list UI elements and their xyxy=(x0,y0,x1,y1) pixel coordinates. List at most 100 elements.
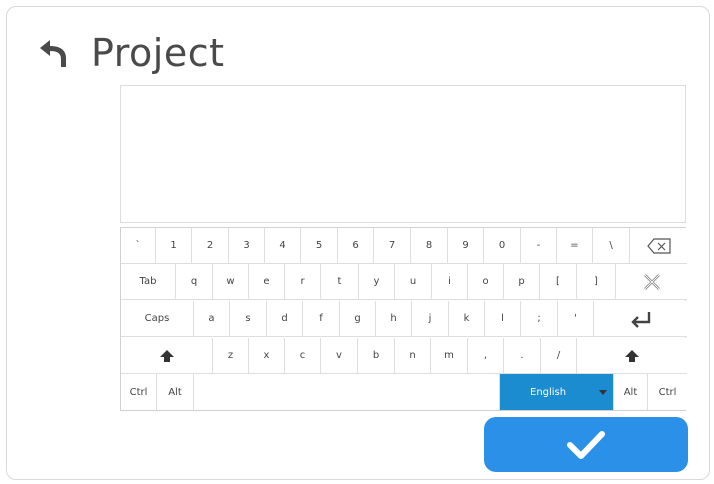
key-label: 1 xyxy=(170,240,177,251)
key-l[interactable]: l xyxy=(485,301,521,337)
key-label: y xyxy=(373,276,380,287)
key-label: 0 xyxy=(498,240,506,251)
key-label: k xyxy=(463,313,470,324)
key-k[interactable]: k xyxy=(449,301,485,337)
key-v[interactable]: v xyxy=(321,338,358,374)
key-label: 6 xyxy=(352,240,359,251)
key-label: q xyxy=(190,276,198,287)
key-label: g xyxy=(354,313,361,324)
key-y[interactable]: y xyxy=(359,264,395,300)
key-clear[interactable] xyxy=(616,264,687,300)
key-symbol[interactable]: ' xyxy=(558,301,594,337)
keyboard-row: Ctrl Alt English Alt Ctrl xyxy=(121,374,687,410)
key-label: ' xyxy=(574,313,577,324)
key-2[interactable]: 2 xyxy=(192,228,229,264)
key-label: j xyxy=(428,313,432,324)
key-shift[interactable] xyxy=(121,338,213,374)
key-o[interactable]: o xyxy=(468,264,504,300)
key-label: Tab xyxy=(139,276,157,287)
key-symbol[interactable]: / xyxy=(541,338,577,374)
enter-icon xyxy=(630,311,650,328)
key-4[interactable]: 4 xyxy=(265,228,301,264)
clear-icon xyxy=(643,273,660,290)
key-symbol[interactable]: \ xyxy=(593,228,630,264)
key-label: \ xyxy=(609,240,613,251)
key-alt[interactable]: Alt xyxy=(157,374,194,410)
key-symbol[interactable]: ] xyxy=(577,264,616,300)
key-p[interactable]: p xyxy=(504,264,540,300)
key-9[interactable]: 9 xyxy=(448,228,484,264)
key-n[interactable]: n xyxy=(395,338,431,374)
key-s[interactable]: s xyxy=(230,301,267,337)
page-title: Project xyxy=(91,31,225,75)
backspace-icon xyxy=(646,237,671,254)
key-label: r xyxy=(300,276,305,287)
key-1[interactable]: 1 xyxy=(156,228,192,264)
key-7[interactable]: 7 xyxy=(374,228,411,264)
key-c[interactable]: c xyxy=(285,338,321,374)
key-tab[interactable]: Tab xyxy=(121,264,176,300)
key-label: m xyxy=(444,350,454,361)
key-m[interactable]: m xyxy=(431,338,468,374)
key-u[interactable]: u xyxy=(395,264,432,300)
key-8[interactable]: 8 xyxy=(411,228,448,264)
key-shift[interactable] xyxy=(577,338,687,374)
language-selector[interactable]: English xyxy=(500,374,614,410)
key-symbol[interactable]: - xyxy=(521,228,557,264)
key-label: n xyxy=(409,350,416,361)
key-ctrl[interactable]: Ctrl xyxy=(648,374,687,410)
key-label: b xyxy=(372,350,380,361)
key-w[interactable]: w xyxy=(213,264,249,300)
key-label: 3 xyxy=(243,240,250,251)
key-backspace[interactable] xyxy=(630,228,687,264)
key-i[interactable]: i xyxy=(432,264,468,300)
key-label: v xyxy=(336,350,342,361)
key-space[interactable] xyxy=(194,374,500,410)
key-f[interactable]: f xyxy=(303,301,340,337)
keyboard-row: ` 1 2 3 4 5 6 7 8 9 0 - = \ xyxy=(121,228,687,264)
key-label: 8 xyxy=(425,240,433,251)
confirm-button[interactable] xyxy=(484,417,688,472)
back-arrow-icon[interactable] xyxy=(37,36,71,70)
key-5[interactable]: 5 xyxy=(301,228,338,264)
key-d[interactable]: d xyxy=(267,301,303,337)
key-x[interactable]: x xyxy=(249,338,285,374)
key-symbol[interactable]: , xyxy=(468,338,504,374)
key-label: ` xyxy=(135,240,141,251)
key-h[interactable]: h xyxy=(376,301,412,337)
key-j[interactable]: j xyxy=(412,301,449,337)
key-label: 5 xyxy=(315,240,323,251)
key-t[interactable]: t xyxy=(321,264,359,300)
key-label: a xyxy=(208,313,215,324)
key-a[interactable]: a xyxy=(194,301,230,337)
text-input-area[interactable] xyxy=(120,85,686,223)
key-b[interactable]: b xyxy=(358,338,395,374)
shift-icon xyxy=(625,349,639,362)
key-label: d xyxy=(281,313,288,324)
key-z[interactable]: z xyxy=(213,338,249,374)
key-label: l xyxy=(501,313,504,324)
key-label: Alt xyxy=(623,386,638,398)
key-symbol[interactable]: [ xyxy=(540,264,577,300)
key-label: Caps xyxy=(144,313,170,324)
key-0[interactable]: 0 xyxy=(484,228,521,264)
key-label: . xyxy=(520,350,524,361)
key-6[interactable]: 6 xyxy=(338,228,374,264)
key-3[interactable]: 3 xyxy=(229,228,265,264)
key-caps[interactable]: Caps xyxy=(121,301,194,337)
key-enter[interactable] xyxy=(594,301,687,337)
on-screen-keyboard: ` 1 2 3 4 5 6 7 8 9 0 - = \ Tab q w e r t y u i o p [] Caps a s d f g h j… xyxy=(120,227,687,411)
key-label: Ctrl xyxy=(658,386,677,398)
key-symbol[interactable]: ; xyxy=(521,301,558,337)
key-g[interactable]: g xyxy=(340,301,376,337)
key-label: , xyxy=(483,350,488,361)
key-r[interactable]: r xyxy=(285,264,321,300)
key-q[interactable]: q xyxy=(176,264,213,300)
key-symbol[interactable]: . xyxy=(504,338,541,374)
key-symbol[interactable]: = xyxy=(557,228,593,264)
key-alt[interactable]: Alt xyxy=(614,374,648,410)
key-ctrl[interactable]: Ctrl xyxy=(121,374,157,410)
caret-down-icon xyxy=(599,390,607,395)
key-e[interactable]: e xyxy=(249,264,285,300)
key-symbol[interactable]: ` xyxy=(121,228,156,264)
